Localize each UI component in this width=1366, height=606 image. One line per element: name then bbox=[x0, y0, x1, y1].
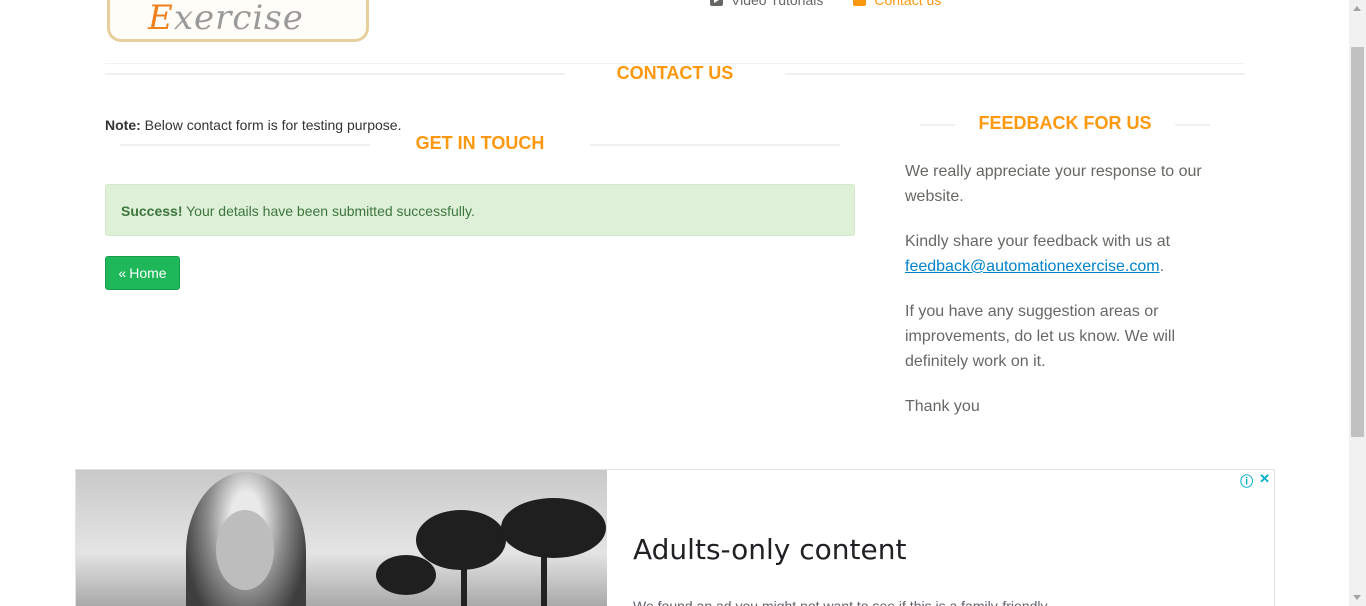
success-alert: Success! Your details have been submitte… bbox=[105, 184, 855, 236]
ad-info-icon[interactable]: ⓘ bbox=[1240, 471, 1253, 490]
home-button[interactable]: « Home bbox=[105, 256, 180, 290]
get-in-touch-rule-right bbox=[590, 144, 840, 146]
feedback-email-link[interactable]: feedback@automationexercise.com bbox=[905, 258, 1160, 275]
nav-contact-us[interactable]: Contact us bbox=[853, 0, 941, 8]
feedback-rule-right bbox=[1175, 124, 1210, 126]
get-in-touch-rule-left bbox=[120, 144, 370, 146]
feedback-paragraph-2: Kindly share your feedback with us at fe… bbox=[905, 233, 1171, 275]
ad-banner[interactable]: Adults-only content We found an ad you m… bbox=[75, 469, 1275, 606]
scroll-up-arrow-icon[interactable] bbox=[1353, 6, 1361, 11]
feedback-title: FEEDBACK FOR US bbox=[978, 113, 1152, 133]
ad-image bbox=[76, 470, 607, 606]
contact-us-title: CONTACT US bbox=[616, 63, 734, 83]
video-icon bbox=[710, 0, 723, 6]
success-label: Success! bbox=[121, 203, 183, 219]
palm-tree bbox=[501, 498, 606, 558]
ad-subtext: We found an ad you might not want to see… bbox=[633, 598, 1059, 606]
test-note: Note: Below contact form is for testing … bbox=[105, 117, 401, 133]
scroll-down-arrow-icon[interactable] bbox=[1353, 595, 1361, 600]
success-message: Your details have been submitted success… bbox=[182, 203, 475, 219]
double-chevron-left-icon: « bbox=[118, 265, 127, 281]
nav-video-tutorials[interactable]: Video Tutorials bbox=[710, 0, 823, 8]
note-label: Note: bbox=[105, 117, 141, 133]
get-in-touch-title: GET IN TOUCH bbox=[415, 133, 545, 153]
title-rule-right bbox=[785, 73, 1245, 75]
palm-tree bbox=[376, 555, 436, 595]
home-button-label: Home bbox=[129, 265, 167, 281]
title-rule-left bbox=[105, 73, 565, 75]
feedback-paragraph-1: We really appreciate your response to ou… bbox=[905, 163, 1202, 205]
nav-contact-us-label: Contact us bbox=[874, 0, 942, 8]
nav-video-tutorials-label: Video Tutorials bbox=[731, 0, 824, 8]
ad-controls: ⓘ ✕ bbox=[1240, 471, 1270, 490]
site-logo[interactable]: Exercise bbox=[107, 0, 369, 42]
feedback-paragraph-3: If you have any suggestion areas or impr… bbox=[905, 303, 1176, 370]
feedback-rule-left bbox=[920, 124, 955, 126]
ad-close-icon[interactable]: ✕ bbox=[1259, 471, 1270, 490]
note-text: Below contact form is for testing purpos… bbox=[140, 117, 402, 133]
feedback-paragraph-4: Thank you bbox=[905, 398, 980, 415]
page: Exercise Video Tutorials Contact us CONT… bbox=[0, 0, 1349, 606]
top-nav: Video Tutorials Contact us bbox=[710, 0, 941, 8]
logo-text: Exercise bbox=[148, 0, 304, 38]
palm-tree bbox=[416, 510, 506, 570]
scrollbar-thumb[interactable] bbox=[1351, 47, 1364, 437]
ad-headline: Adults-only content bbox=[633, 533, 907, 566]
envelope-icon bbox=[853, 0, 867, 6]
vertical-scrollbar[interactable] bbox=[1349, 0, 1366, 606]
